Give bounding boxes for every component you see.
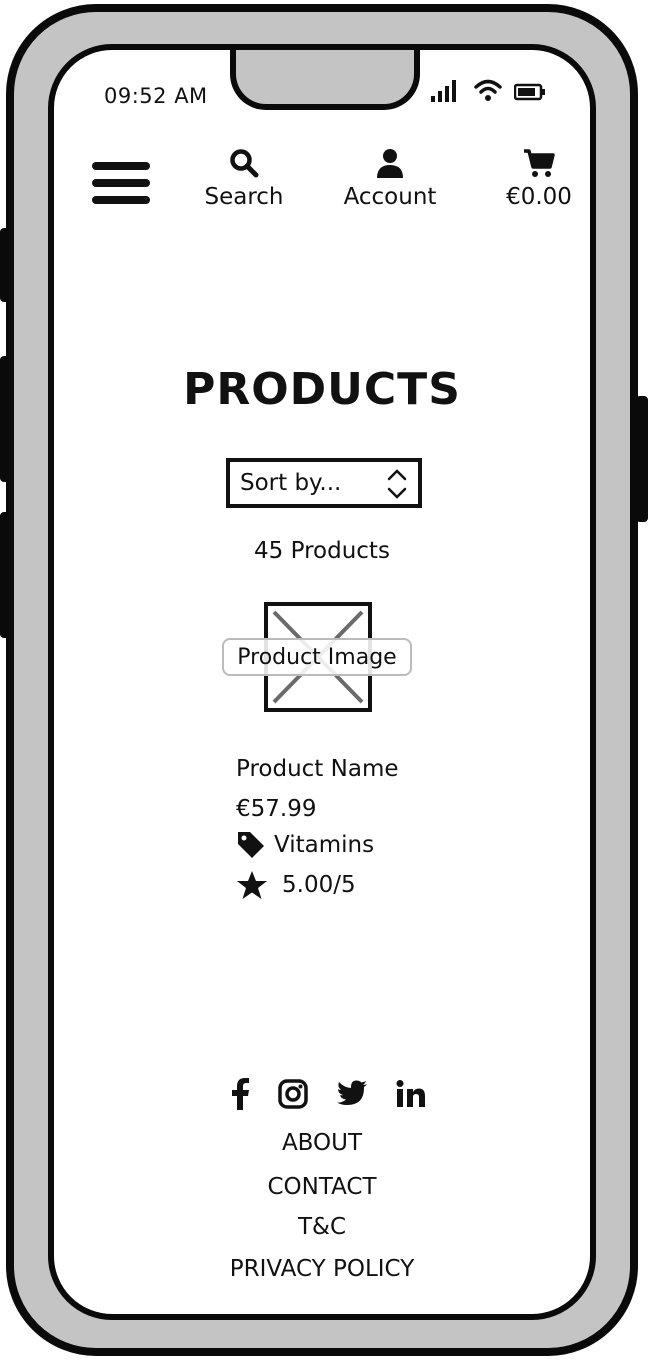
search-label: Search <box>204 184 284 210</box>
product-category[interactable]: Vitamins <box>236 830 374 860</box>
twitter-icon[interactable] <box>336 1080 368 1108</box>
cart-button[interactable]: €0.00 <box>494 148 584 210</box>
tag-icon <box>238 832 264 858</box>
status-time: 09:52 AM <box>104 84 208 108</box>
phone-side-button <box>636 396 648 522</box>
sort-select-label: Sort by... <box>240 470 342 496</box>
account-button[interactable]: Account <box>338 148 442 210</box>
menu-button[interactable] <box>92 162 150 213</box>
facebook-icon[interactable] <box>230 1078 250 1110</box>
wifi-icon <box>474 79 502 101</box>
product-name[interactable]: Product Name <box>236 756 399 782</box>
cart-icon <box>524 149 555 177</box>
phone-screen: 09:52 AM Search Account €0.00 PRODUCTS S… <box>48 44 596 1320</box>
product-category-label: Vitamins <box>274 832 375 858</box>
search-icon <box>230 149 259 178</box>
product-rating-value: 5.00/5 <box>282 872 356 898</box>
footer-link-about[interactable]: ABOUT <box>54 1130 590 1156</box>
product-count: 45 Products <box>254 538 390 564</box>
footer-link-privacy[interactable]: PRIVACY POLICY <box>54 1256 590 1282</box>
phone-side-button <box>0 356 10 482</box>
footer-link-terms[interactable]: T&C <box>54 1214 590 1240</box>
search-button[interactable]: Search <box>196 148 292 210</box>
hamburger-line <box>92 179 150 187</box>
sort-select[interactable]: Sort by... <box>226 458 422 508</box>
signal-icon <box>431 80 456 102</box>
product-rating: 5.00/5 <box>236 870 356 900</box>
account-label: Account <box>343 184 437 210</box>
linkedin-icon[interactable] <box>396 1080 426 1108</box>
user-icon <box>377 149 403 178</box>
phone-side-button <box>0 512 10 638</box>
status-icons <box>430 78 546 102</box>
phone-side-button <box>0 228 10 302</box>
phone-notch <box>230 50 420 110</box>
product-image-label: Product Image <box>222 638 412 676</box>
social-links <box>230 1078 426 1110</box>
battery-icon <box>514 83 545 101</box>
page-title: PRODUCTS <box>183 364 461 415</box>
chevron-up-down-icon <box>387 469 407 499</box>
hamburger-line <box>92 162 150 170</box>
star-icon <box>237 871 267 899</box>
instagram-icon[interactable] <box>278 1079 308 1109</box>
cart-total: €0.00 <box>506 184 572 210</box>
footer-link-contact[interactable]: CONTACT <box>54 1174 590 1200</box>
product-price: €57.99 <box>236 796 317 822</box>
hamburger-line <box>92 196 150 204</box>
